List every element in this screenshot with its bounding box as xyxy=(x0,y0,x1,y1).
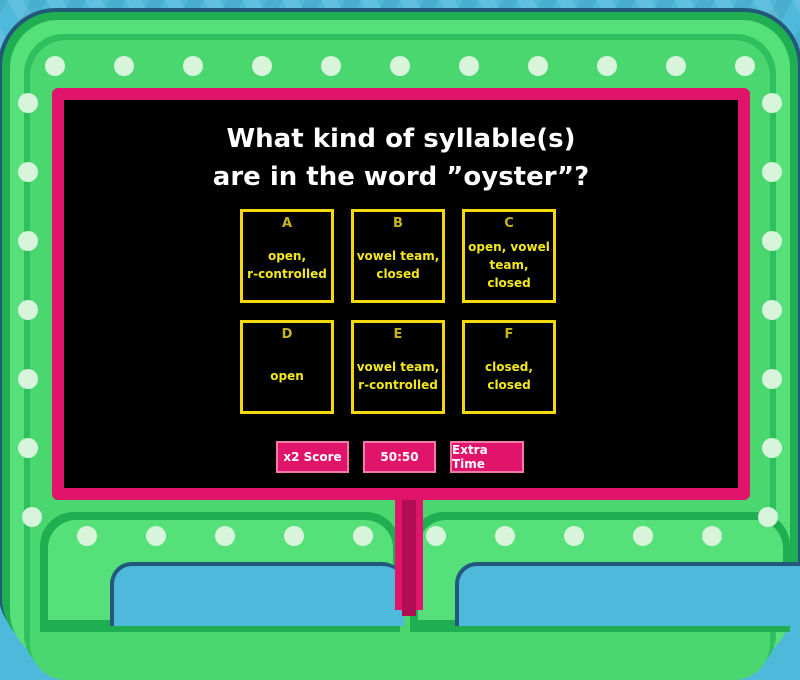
frame-light-dot xyxy=(18,369,38,389)
answer-text: open, r-controlled xyxy=(247,249,327,281)
frame-light-dot xyxy=(18,93,38,113)
frame-light-dot xyxy=(77,526,97,546)
double-score-powerup-button[interactable]: x2 Score xyxy=(276,441,349,473)
question-text: What kind of syllable(s) are in the word… xyxy=(212,124,590,192)
frame-light-dot xyxy=(459,56,479,76)
answer-letter: E xyxy=(393,327,403,342)
answer-option-b[interactable]: B vowel team, closed xyxy=(351,209,445,303)
answer-text: vowel team, closed xyxy=(356,249,440,281)
answer-option-a[interactable]: A open, r-controlled xyxy=(240,209,334,303)
frame-light-dot xyxy=(45,56,65,76)
frame-light-dot xyxy=(183,56,203,76)
answer-text: closed, closed xyxy=(485,360,533,392)
answer-text: vowel team, r-controlled xyxy=(356,360,440,392)
frame-light-dot xyxy=(18,231,38,251)
frame-light-dot xyxy=(758,507,778,527)
fifty-fifty-powerup-button[interactable]: 50:50 xyxy=(363,441,436,473)
frame-light-dot xyxy=(762,369,782,389)
frame-light-dot xyxy=(735,56,755,76)
board-base-right-hole xyxy=(455,562,800,626)
answer-option-c[interactable]: C open, vowel team, closed xyxy=(462,209,556,303)
frame-light-dot xyxy=(762,300,782,320)
answer-option-d[interactable]: D open xyxy=(240,320,334,414)
answer-letter: C xyxy=(504,216,514,231)
frame-light-dot xyxy=(426,526,446,546)
frame-light-dot xyxy=(762,438,782,458)
answer-letter: F xyxy=(504,327,514,342)
frame-light-dot xyxy=(252,56,272,76)
frame-light-dot xyxy=(284,526,304,546)
answer-option-e[interactable]: E vowel team, r-controlled xyxy=(351,320,445,414)
frame-light-dot xyxy=(18,438,38,458)
answer-letter: B xyxy=(393,216,403,231)
frame-light-dot xyxy=(762,162,782,182)
frame-light-dot xyxy=(321,56,341,76)
frame-light-dot xyxy=(702,526,722,546)
frame-light-dot xyxy=(597,56,617,76)
extra-time-powerup-button[interactable]: Extra Time xyxy=(450,441,524,473)
frame-light-dot xyxy=(215,526,235,546)
frame-light-dot xyxy=(495,526,515,546)
board-stem-shadow xyxy=(402,496,416,616)
frame-light-dot xyxy=(564,526,584,546)
answer-option-f[interactable]: F closed, closed xyxy=(462,320,556,414)
board-base-left-hole xyxy=(110,562,404,626)
frame-light-dot xyxy=(18,162,38,182)
frame-light-dot xyxy=(390,56,410,76)
answer-text: open xyxy=(270,369,304,383)
answer-letter: D xyxy=(281,327,293,342)
frame-light-dot xyxy=(353,526,373,546)
frame-light-dot xyxy=(666,56,686,76)
answer-letter: A xyxy=(281,216,293,231)
frame-light-dot xyxy=(146,526,166,546)
frame-light-dot xyxy=(762,93,782,113)
frame-light-dot xyxy=(22,507,42,527)
frame-light-dot xyxy=(528,56,548,76)
frame-light-dot xyxy=(762,231,782,251)
frame-light-dot xyxy=(633,526,653,546)
frame-light-dot xyxy=(18,300,38,320)
answer-text: open, vowel team, closed xyxy=(468,240,550,290)
frame-light-dot xyxy=(114,56,134,76)
